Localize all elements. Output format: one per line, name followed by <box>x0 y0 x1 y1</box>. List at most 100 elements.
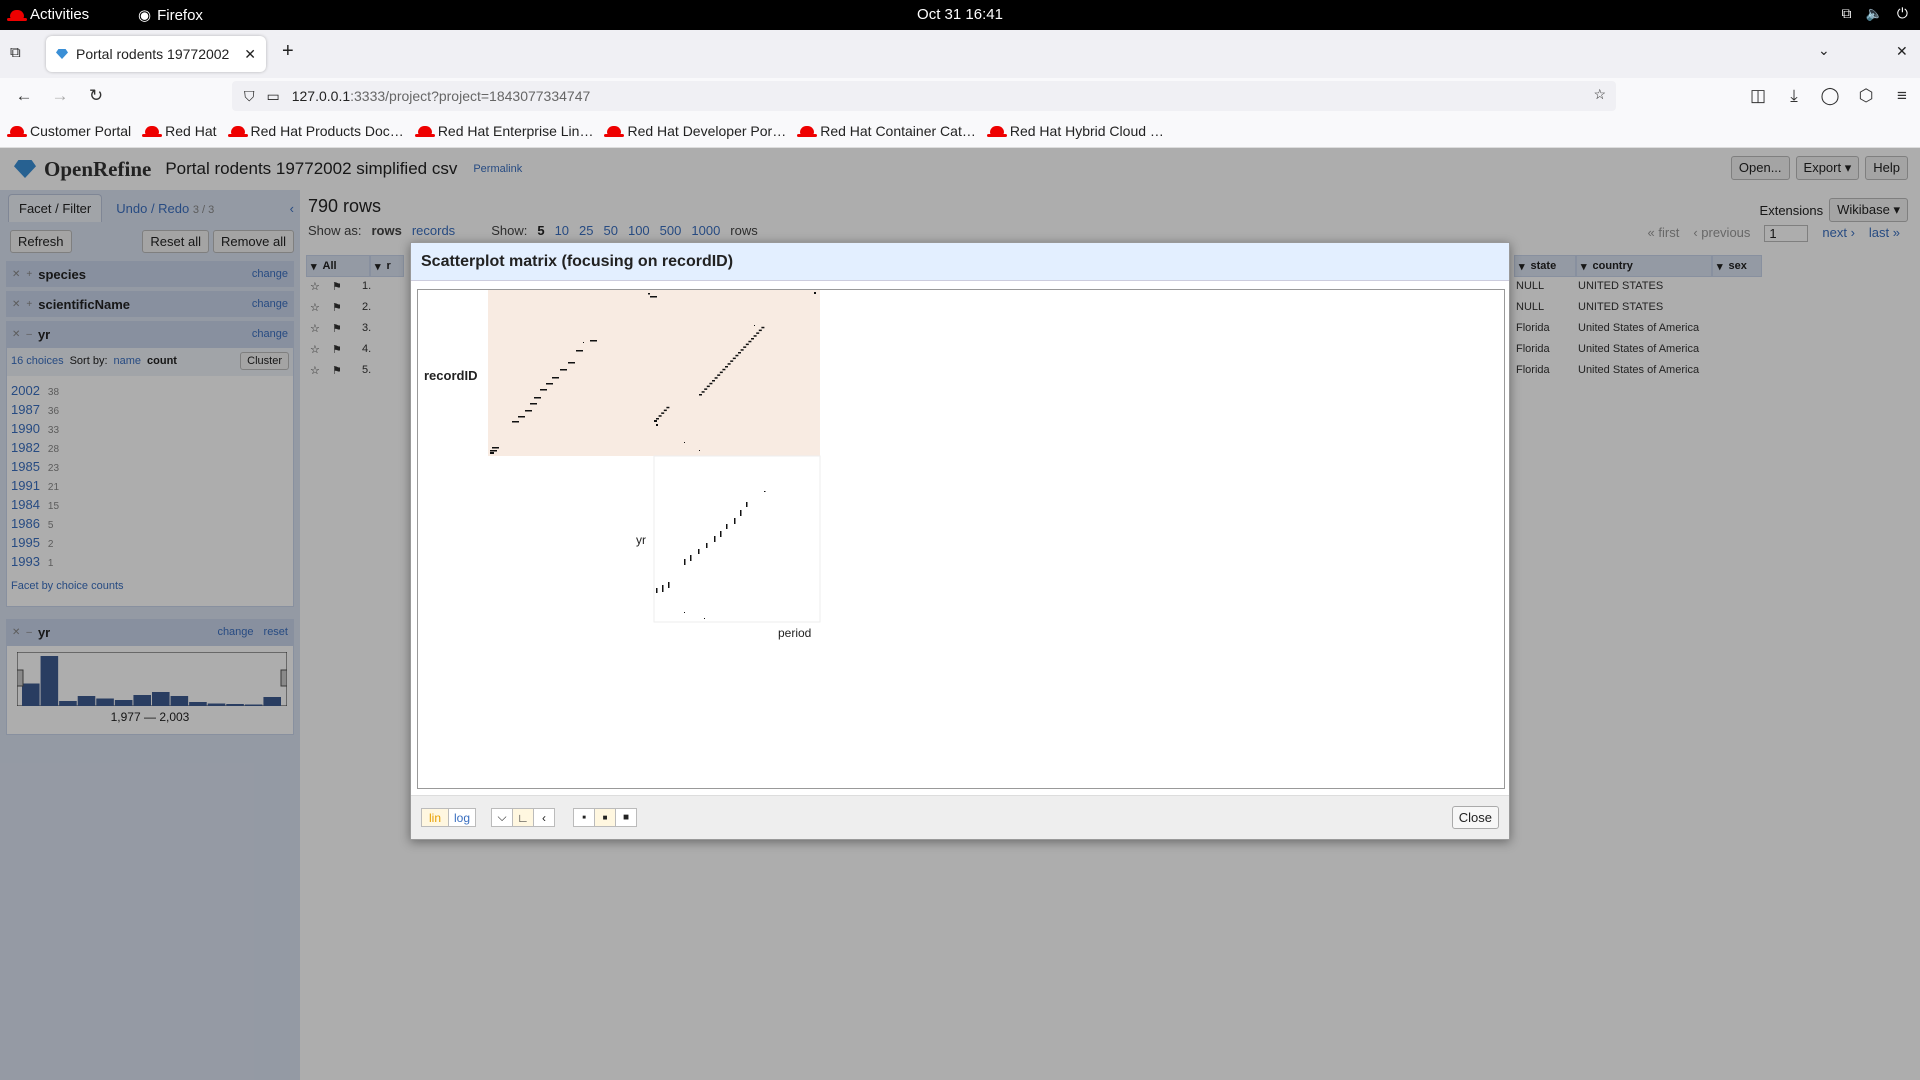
scatter-point <box>704 618 705 619</box>
url-bar[interactable]: ⛉ ▭ 127.0.0.1:3333/project?project=18430… <box>232 81 1616 111</box>
nav-bar: ← → ↻ ⛉ ▭ 127.0.0.1:3333/project?project… <box>0 78 1920 114</box>
scatter-point <box>576 350 583 352</box>
close-tab-icon[interactable]: ✕ <box>244 46 256 63</box>
close-window-icon[interactable]: ✕ <box>1896 43 1908 60</box>
downloads-icon[interactable]: ⤓ <box>1776 80 1812 112</box>
tab-list-icon[interactable]: ⧉ <box>10 44 21 61</box>
app-name: Firefox <box>157 6 203 24</box>
tab-bar: ⧉ Portal rodents 19772002 ✕ + ⌄ ✕ <box>0 30 1920 78</box>
url-host: 127.0.0.1 <box>291 88 351 104</box>
scatter-point <box>662 585 664 592</box>
scatter-point <box>540 389 547 391</box>
scatter-point <box>743 346 747 348</box>
linear-scale-button[interactable]: lin <box>421 808 449 827</box>
column-label-period: period <box>778 626 812 640</box>
account-icon[interactable]: ◯ <box>1812 80 1848 112</box>
log-scale-button[interactable]: log <box>448 808 476 827</box>
redhat-icon <box>142 126 163 137</box>
scatter-point <box>754 325 755 326</box>
tab-title: Portal rodents 19772002 <box>76 46 230 62</box>
scatter-point <box>720 531 722 537</box>
bookmark-item[interactable]: Red Hat Container Cat… <box>797 122 976 139</box>
rotate-none-icon[interactable]: ∟ <box>512 808 534 827</box>
bookmark-item[interactable]: Red Hat Enterprise Lin… <box>414 123 593 139</box>
scatter-point <box>712 380 715 382</box>
bookmark-label: Red Hat Container Cat… <box>820 122 976 139</box>
scatterplot-dialog: Scatterplot matrix (focusing on recordID… <box>410 242 1510 840</box>
dialog-footer: lin log ⌵ ∟ ‹ ■ ■ ■ Close <box>411 795 1509 839</box>
scatter-point <box>530 403 537 405</box>
scatter-point <box>658 415 662 417</box>
bookmark-label: Red Hat <box>165 122 217 139</box>
forward-icon[interactable]: → <box>42 80 78 112</box>
reload-icon[interactable]: ↻ <box>78 80 114 112</box>
scatter-cell-yr-yr[interactable] <box>653 455 821 623</box>
row-label-yr: yr <box>636 533 646 547</box>
scatter-point <box>656 424 658 426</box>
scatter-cell-recordid-recordid[interactable] <box>488 290 654 456</box>
scatter-point <box>654 420 657 422</box>
scatter-point <box>814 292 816 294</box>
activities-button[interactable]: Activities <box>7 6 90 23</box>
scatter-point <box>648 293 650 295</box>
dialog-title: Scatterplot matrix (focusing on recordID… <box>411 243 1509 281</box>
bookmark-item[interactable]: Customer Portal <box>7 123 131 139</box>
openrefine-favicon-icon <box>56 49 68 59</box>
firefox-app-menu[interactable]: ◉ Firefox <box>138 6 203 25</box>
dot-large-icon[interactable]: ■ <box>615 808 637 827</box>
dot-small-icon[interactable]: ■ <box>573 808 595 827</box>
scatter-point <box>568 362 575 364</box>
scatter-point <box>734 518 736 524</box>
activities-label: Activities <box>30 6 90 23</box>
scatter-point <box>727 363 731 365</box>
scatter-point <box>751 338 754 340</box>
bookmark-item[interactable]: Red Hat Products Doc… <box>227 122 404 139</box>
clock[interactable]: Oct 31 16:41 <box>0 6 1920 23</box>
scatter-point <box>668 582 670 588</box>
tab-openrefine[interactable]: Portal rodents 19772002 ✕ <box>46 36 266 72</box>
close-button[interactable]: Close <box>1451 806 1499 829</box>
back-icon[interactable]: ← <box>6 80 42 112</box>
scatter-point <box>745 343 749 346</box>
scatter-point <box>663 409 667 412</box>
scatter-cell-recordid-yr[interactable] <box>654 290 820 456</box>
bookmark-label: Red Hat Hybrid Cloud … <box>1009 122 1164 139</box>
scatter-point <box>583 342 584 343</box>
redhat-icon <box>986 126 1007 137</box>
scatter-point <box>706 543 708 548</box>
scatter-point <box>525 410 532 412</box>
menu-icon[interactable]: ≡ <box>1884 80 1920 112</box>
new-tab-icon[interactable]: + <box>282 40 294 63</box>
scatter-point <box>761 326 765 329</box>
system-tray[interactable]: ⧉ 🔈 ⏻ <box>1841 5 1908 22</box>
scatter-point <box>735 354 739 357</box>
redhat-icon <box>604 126 625 137</box>
dot-medium-icon[interactable]: ■ <box>594 808 616 827</box>
page-info-icon[interactable]: ▭ <box>267 88 280 105</box>
extensions-icon[interactable]: ⬡ <box>1848 80 1884 112</box>
row-label-recordid: recordID <box>424 368 478 383</box>
bookmark-item[interactable]: Red Hat Developer Por… <box>604 123 786 139</box>
scatter-point <box>764 491 766 492</box>
scatter-point <box>684 612 685 613</box>
scatter-point <box>756 332 760 334</box>
scatter-point <box>726 524 728 529</box>
rotate-45-icon[interactable]: ⌵ <box>491 808 513 827</box>
redhat-icon <box>414 126 435 137</box>
chevron-down-icon[interactable]: ⌄ <box>1818 42 1830 59</box>
rotate-minus-45-icon[interactable]: ‹ <box>533 808 555 827</box>
scatter-point <box>518 416 525 418</box>
bookmark-item[interactable]: Red Hat Hybrid Cloud … <box>986 122 1164 139</box>
redhat-icon <box>797 126 818 137</box>
scatter-point <box>753 335 757 337</box>
scatter-point <box>656 418 659 420</box>
scatter-point <box>560 369 567 371</box>
shield-icon[interactable]: ⛉ <box>244 88 255 105</box>
system-top-bar: Activities ◉ Firefox Oct 31 16:41 ⧉ 🔈 ⏻ <box>0 0 1920 30</box>
pocket-icon[interactable]: ◫ <box>1740 80 1776 112</box>
scatter-point <box>546 383 553 385</box>
scatter-point <box>740 349 744 351</box>
bookmark-star-icon[interactable]: ☆ <box>1593 86 1606 103</box>
bookmark-item[interactable]: Red Hat <box>142 122 217 139</box>
bookmark-label: Red Hat Products Doc… <box>250 122 404 139</box>
